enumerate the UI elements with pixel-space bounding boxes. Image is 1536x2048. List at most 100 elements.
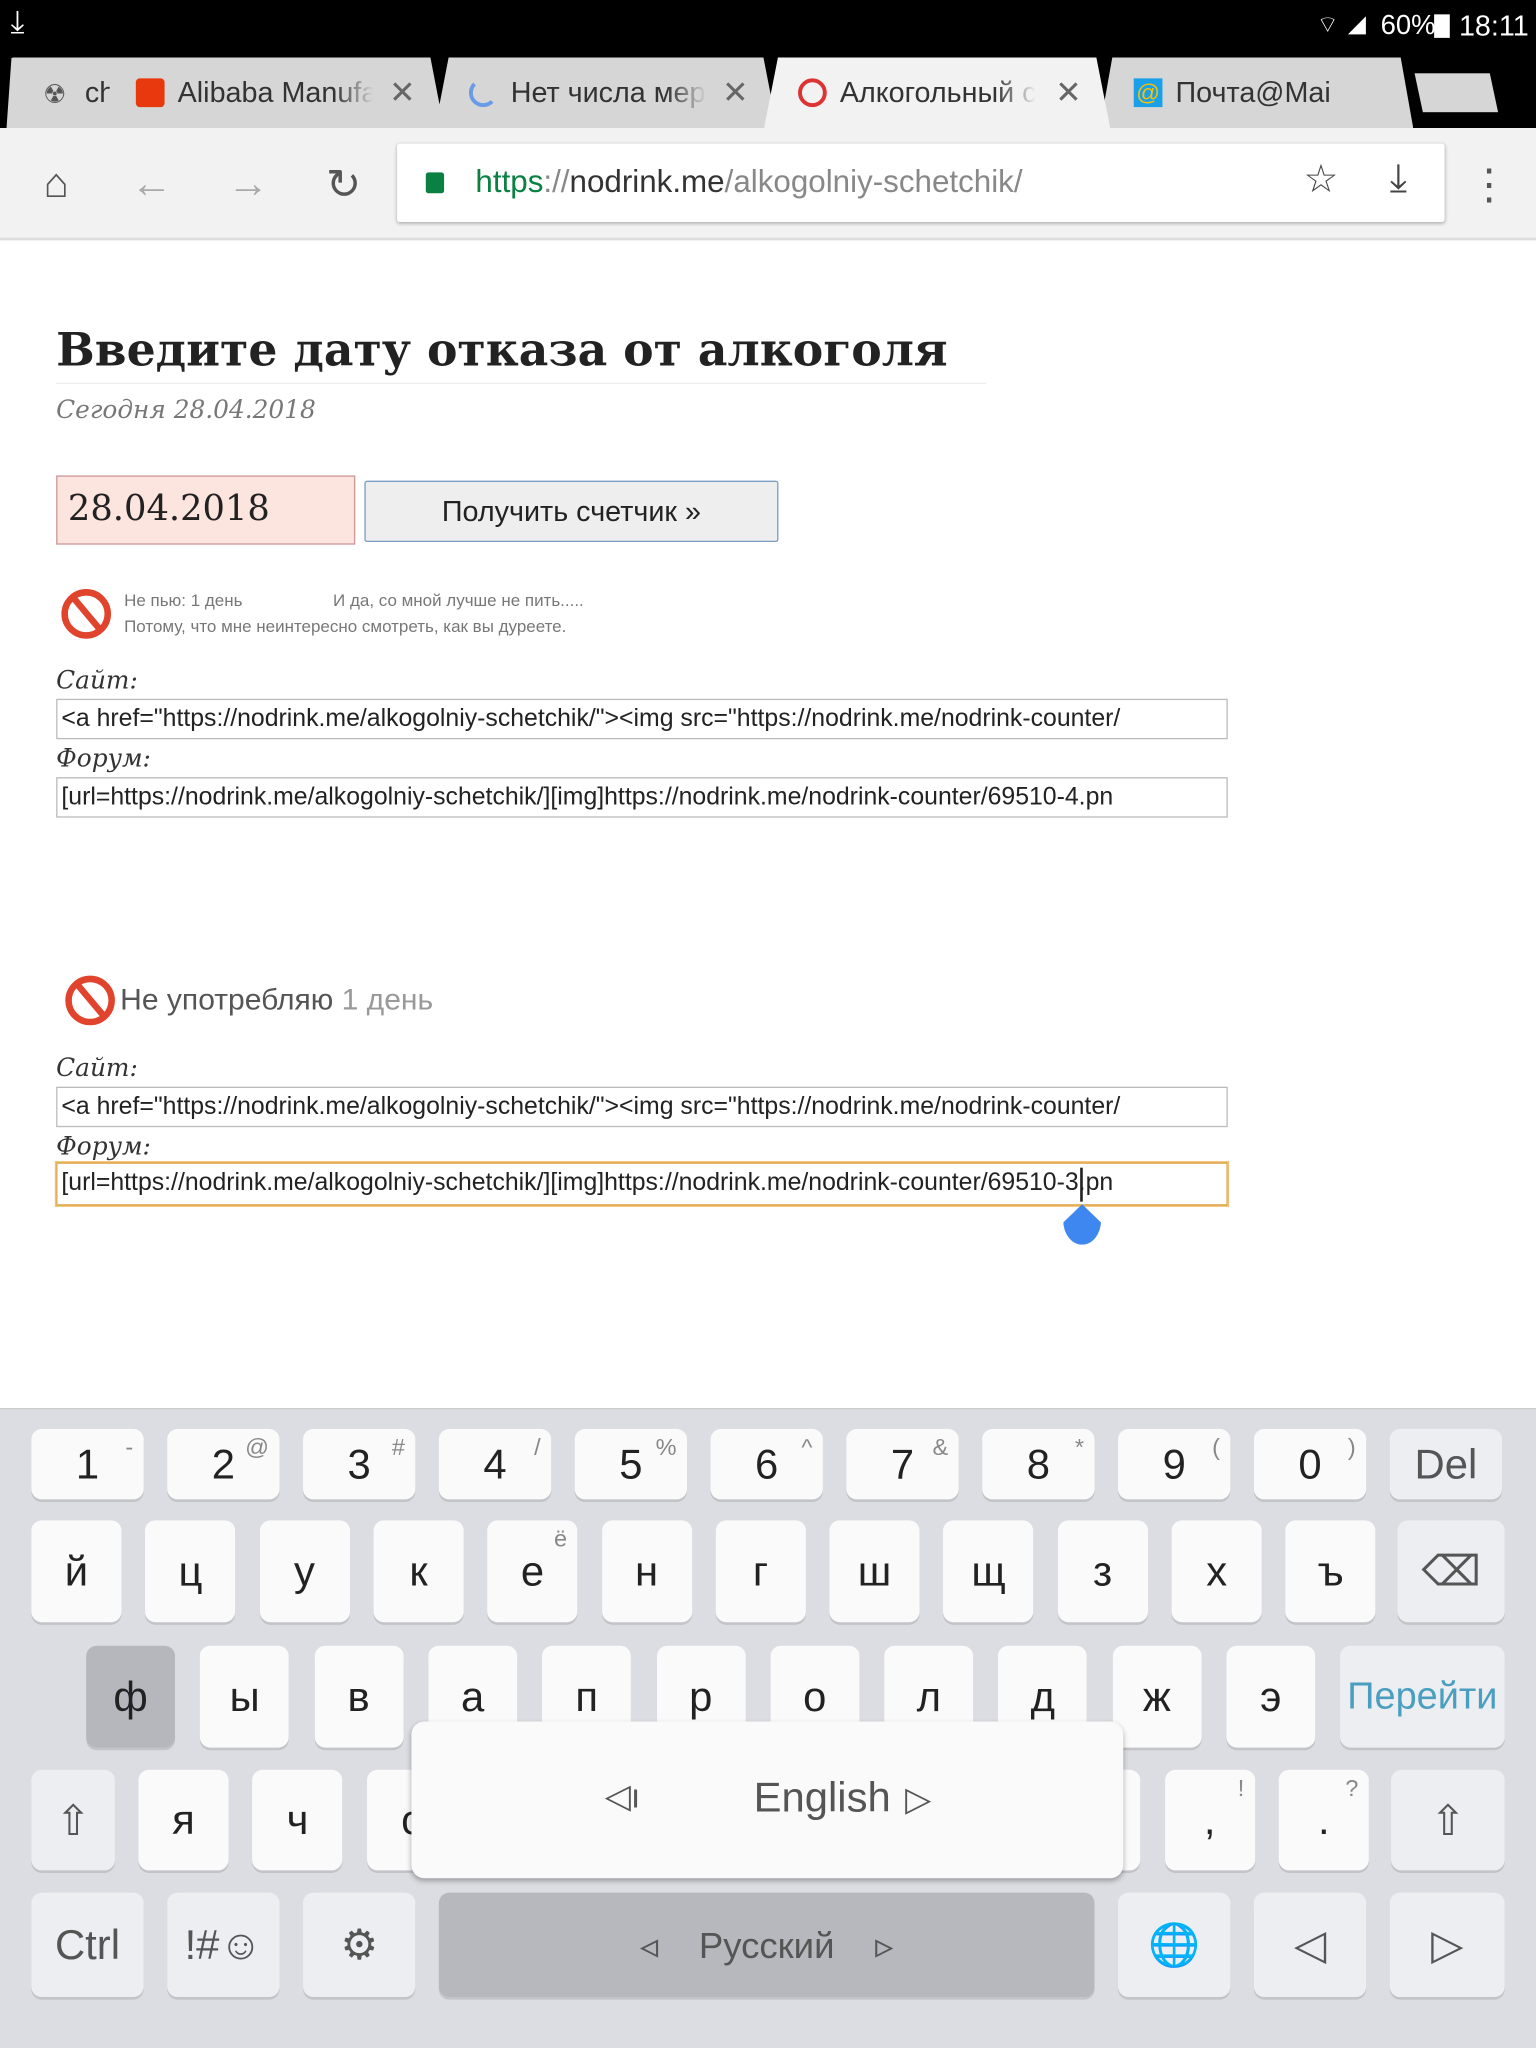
key-г[interactable]: г [715,1520,806,1623]
lang-prev-icon[interactable]: ◁ı [605,1776,641,1816]
site-code-field[interactable]: <a href="https://nodrink.me/alkogolniy-s… [56,698,1228,740]
no-drink-icon [798,78,827,108]
forum-code-field-focused[interactable]: [url=https://nodrink.me/alkogolniy-schet… [56,1162,1228,1206]
key-label: х [1206,1547,1228,1595]
key-label: ч [286,1795,309,1843]
no-drink-icon [61,589,112,639]
cursor-left-key[interactable]: ◁ [1253,1892,1367,1998]
key-ч[interactable]: ч [252,1769,343,1871]
key-ж[interactable]: ж [1112,1645,1202,1748]
key-,[interactable]: ,! [1164,1769,1255,1871]
date-input[interactable]: 28.04.2018 [56,475,356,545]
ctrl-key[interactable]: Ctrl [31,1892,144,1998]
key-9[interactable]: 9( [1118,1428,1231,1500]
key-к[interactable]: к [373,1520,464,1623]
forward-icon[interactable]: → [222,159,274,207]
download-page-icon[interactable]: ⤓ [1390,157,1407,201]
bookmark-star-icon[interactable]: ☆ [1304,157,1339,203]
close-tab-icon[interactable]: ✕ [722,74,748,112]
key-щ[interactable]: щ [943,1520,1034,1623]
delete-key[interactable]: Del [1389,1428,1503,1500]
key-label: ц [178,1547,203,1595]
key-secondary-label: ) [1347,1434,1356,1461]
key-secondary-label: ! [1237,1775,1245,1802]
get-counter-button[interactable]: Получить счетчик » [364,480,779,543]
backspace-key[interactable]: ⌫ [1397,1520,1505,1623]
battery-icon [1434,14,1450,38]
key-secondary-label: ( [1212,1434,1220,1461]
key-label: в [347,1672,370,1720]
key-secondary-label: ё [554,1525,568,1552]
tab-alibaba[interactable]: Alibaba Manufac ✕ [101,57,445,128]
key-1[interactable]: 1- [31,1428,144,1500]
cursor-handle[interactable] [1063,1204,1102,1245]
key-.[interactable]: .? [1278,1769,1369,1871]
key-ы[interactable]: ы [200,1645,290,1748]
key-0[interactable]: 0) [1253,1428,1367,1500]
shift-key[interactable]: ⇧ [31,1769,115,1871]
go-key[interactable]: Перейти [1340,1645,1505,1748]
key-х[interactable]: х [1171,1520,1262,1623]
cursor-right-key[interactable]: ▷ [1389,1892,1505,1998]
key-secondary-label: # [391,1434,405,1461]
key-label: Перейти [1347,1675,1498,1717]
shift-key[interactable]: ⇧ [1391,1769,1505,1871]
key-label: ⚙ [340,1921,378,1969]
new-tab-button[interactable] [1414,73,1499,113]
space-key[interactable]: ◃ Русский ▹ [438,1892,1095,1998]
key-е[interactable]: её [487,1520,578,1623]
key-label: Del [1414,1439,1478,1488]
reload-icon[interactable]: ↻ [317,159,369,209]
key-label: 2 [211,1439,235,1488]
back-icon[interactable]: ← [125,159,177,207]
settings-key[interactable]: ⚙ [303,1892,416,1998]
key-6[interactable]: 6 ^ [710,1428,823,1500]
tab-mail[interactable]: @ Почта@Mai [1099,57,1414,128]
close-tab-icon[interactable]: ✕ [1055,74,1081,112]
home-icon[interactable]: ⌂ [30,159,82,207]
tab-loading[interactable]: Нет числа мерз ✕ [434,57,778,128]
key-label: р [689,1672,713,1720]
key-й[interactable]: й [31,1520,122,1623]
key-7[interactable]: 7 & [846,1428,959,1500]
tab-strip: ☢ ch Alibaba Manufac ✕ Нет числа мерз ✕ Алк… [0,49,1536,128]
key-ш[interactable]: ш [829,1520,920,1623]
key-3[interactable]: 3 # [303,1428,416,1500]
key-secondary-label: & [932,1434,949,1461]
key-я[interactable]: я [138,1769,229,1871]
key-label: ы [229,1672,260,1720]
site-code-field[interactable]: <a href="https://nodrink.me/alkogolniy-s… [56,1086,1228,1128]
key-ф[interactable]: ф [86,1645,176,1748]
globe-language-key[interactable]: 🌐 [1118,1892,1231,1998]
banner1-days: Не пью: 1 день [124,590,243,610]
key-2[interactable]: 2 @ [167,1428,280,1500]
symbols-emoji-key[interactable]: !#☺ [167,1892,280,1998]
url-scheme: https [475,164,544,200]
key-ъ[interactable]: ъ [1285,1520,1376,1623]
key-в[interactable]: в [314,1645,404,1748]
url-bar[interactable]: https://nodrink.me/alkogolniy-schetchik/… [397,143,1445,223]
tab-active[interactable]: Алкогольный сч ✕ [764,57,1111,128]
key-5[interactable]: 5% [574,1428,688,1500]
key-4[interactable]: 4/ [438,1428,552,1500]
key-э[interactable]: э [1226,1645,1316,1748]
key-ц[interactable]: ц [145,1520,236,1623]
forum-label: Форум: [56,1132,151,1162]
key-label: !#☺ [184,1920,263,1968]
key-у[interactable]: у [259,1520,350,1623]
key-label: г [752,1547,769,1595]
url-sep: :// [543,164,570,200]
menu-icon[interactable]: ⋮ [1463,159,1515,209]
battery-percent: 60% [1380,10,1436,41]
url-host: nodrink.me [569,164,725,200]
forum-code-field[interactable]: [url=https://nodrink.me/alkogolniy-schet… [56,777,1228,818]
key-з[interactable]: з [1057,1520,1148,1623]
lang-next-icon[interactable]: ▷ [905,1779,931,1819]
key-н[interactable]: н [601,1520,692,1623]
close-tab-icon[interactable]: ✕ [389,74,415,112]
key-secondary-label: % [655,1434,677,1461]
key-secondary-label: ? [1345,1775,1359,1802]
url-path: /alkogolniy-schetchik/ [724,164,1023,200]
key-label: й [64,1547,89,1595]
key-8[interactable]: 8 * [982,1428,1095,1500]
